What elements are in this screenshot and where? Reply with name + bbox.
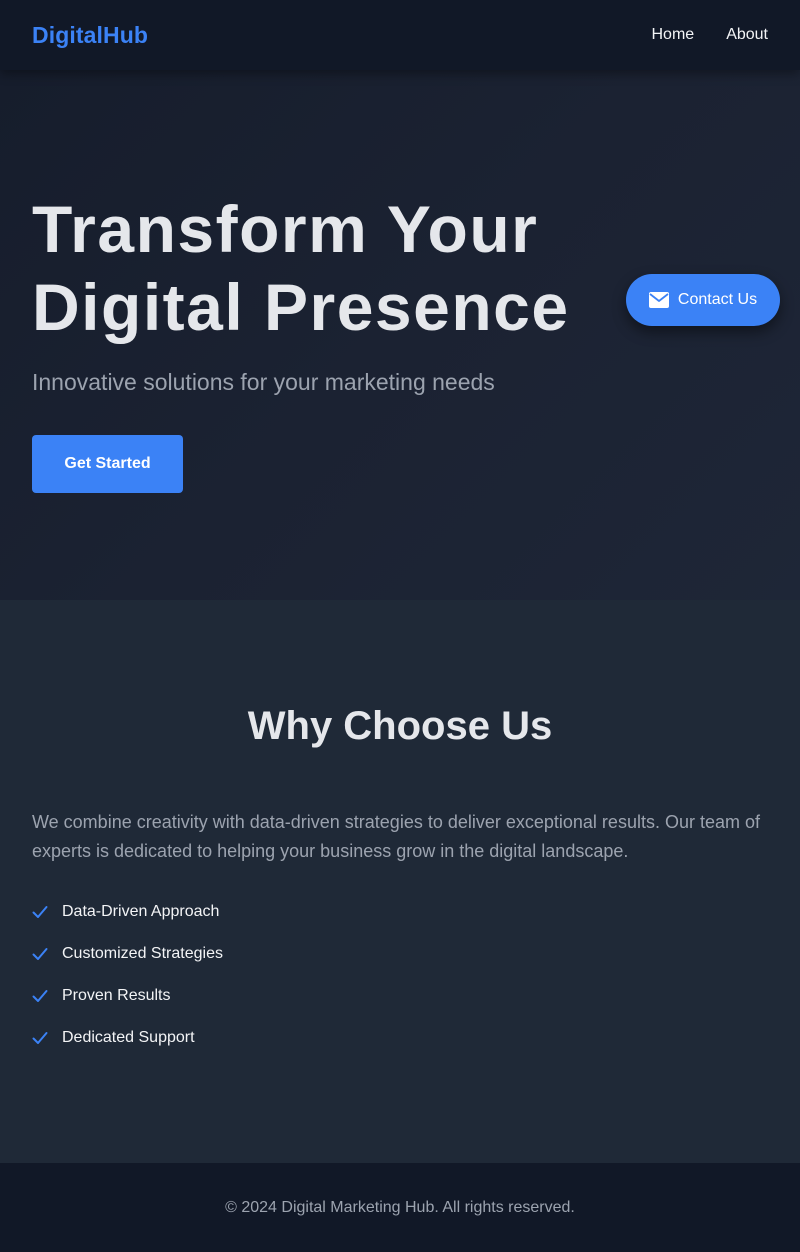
feature-list: Data-Driven Approach Customized Strategi… [32, 902, 223, 1070]
feature-item: Proven Results [32, 986, 223, 1006]
feature-item: Dedicated Support [32, 1028, 223, 1048]
feature-item: Data-Driven Approach [32, 902, 223, 922]
feature-label: Dedicated Support [62, 1029, 195, 1046]
feature-item: Customized Strategies [32, 944, 223, 964]
hero-title-line-2: Digital Presence [32, 270, 570, 344]
hero-title-line-1: Transform Your [32, 192, 539, 266]
feature-label: Proven Results [62, 987, 171, 1004]
hero-section: Transform Your Digital Presence Innovati… [0, 70, 800, 600]
hero-title: Transform Your Digital Presence [32, 190, 570, 346]
logo[interactable]: DigitalHub [32, 22, 148, 49]
envelope-icon [648, 292, 669, 308]
why-choose-us-section: Why Choose Us We combine creativity with… [0, 600, 800, 1163]
contact-us-button[interactable]: Contact Us [626, 274, 780, 326]
nav-links: Home About [652, 26, 769, 44]
check-icon [32, 989, 48, 1003]
nav-link-about[interactable]: About [726, 26, 768, 44]
hero-subtitle: Innovative solutions for your marketing … [32, 369, 495, 395]
check-icon [32, 947, 48, 961]
get-started-button[interactable]: Get Started [32, 435, 183, 493]
nav-link-home[interactable]: Home [652, 26, 695, 44]
check-icon [32, 1031, 48, 1045]
why-description: We combine creativity with data-driven s… [32, 812, 760, 861]
footer: © 2024 Digital Marketing Hub. All rights… [0, 1163, 800, 1252]
contact-us-label: Contact Us [677, 291, 758, 308]
navbar: DigitalHub Home About [0, 0, 800, 70]
check-icon [32, 905, 48, 919]
why-title: Why Choose Us [247, 704, 553, 748]
feature-label: Data-Driven Approach [62, 903, 220, 920]
feature-label: Customized Strategies [62, 945, 223, 962]
footer-copyright: © 2024 Digital Marketing Hub. All rights… [225, 1198, 575, 1216]
